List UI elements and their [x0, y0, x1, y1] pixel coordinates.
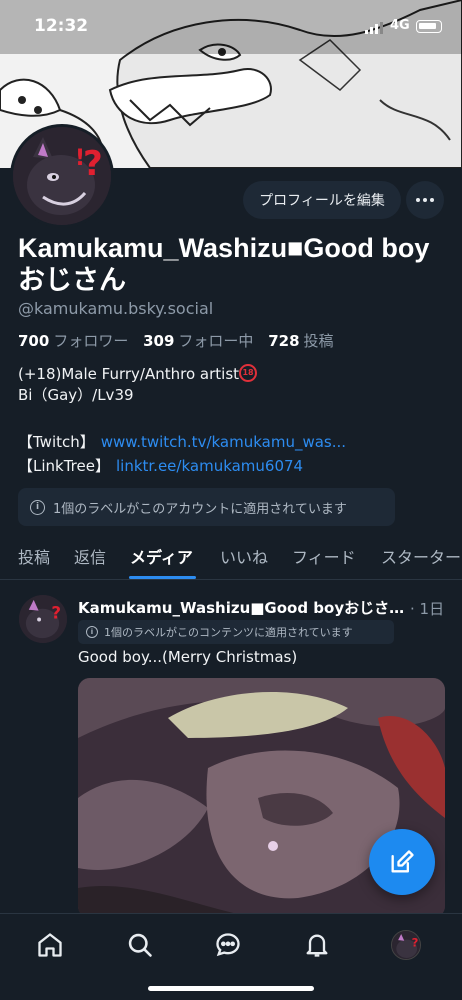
status-time: 12:32 [34, 16, 89, 36]
post-label-notice[interactable]: i 1個のラベルがこのコンテンツに適用されています [78, 620, 394, 644]
bio-line-1: (+18)Male Furry/Anthro artist [18, 365, 240, 383]
svg-text:!: ! [75, 146, 85, 171]
followers-stat[interactable]: 700 フォロワー [18, 332, 128, 350]
battery-icon [416, 20, 442, 33]
r18-icon: 18 [239, 364, 258, 382]
bell-icon[interactable] [302, 930, 332, 960]
tab-replies[interactable]: 返信 [74, 544, 106, 568]
compose-icon [391, 850, 414, 873]
network-type: 4G [390, 18, 410, 33]
info-icon: i [86, 626, 98, 638]
svg-text:?: ? [412, 935, 419, 949]
posts-stat: 728 投稿 [268, 332, 334, 350]
twitch-label: 【Twitch】 [18, 433, 95, 451]
display-name: Kamukamu_Washizu■Good boyおじさん [18, 233, 430, 295]
profile-links: 【Twitch】 www.twitch.tv/kamukamu_was... 【L… [18, 430, 346, 478]
tab-media[interactable]: メディア [130, 544, 193, 568]
twitch-link[interactable]: www.twitch.tv/kamukamu_was... [101, 433, 346, 451]
following-stat[interactable]: 309 フォロー中 [143, 332, 253, 350]
tab-posts[interactable]: 投稿 [18, 544, 50, 568]
info-icon: i [30, 499, 45, 515]
home-icon[interactable] [35, 930, 65, 960]
post-timestamp: · 1日 [410, 600, 445, 618]
tab-starter-packs[interactable]: スターター [381, 544, 461, 568]
profile-avatar-nav[interactable]: ? [391, 930, 421, 960]
active-tab-indicator [129, 576, 196, 579]
linktree-link[interactable]: linktr.ee/kamukamu6074 [116, 457, 303, 475]
post-author-avatar[interactable]: ? [19, 595, 67, 643]
tab-feeds[interactable]: フィード [292, 544, 356, 568]
more-options-button[interactable] [406, 181, 444, 219]
handle: @kamukamu.bsky.social [18, 299, 214, 318]
bio-line-2: Bi（Gay）/Lv39 [18, 386, 134, 404]
edit-profile-button[interactable]: プロフィールを編集 [243, 181, 401, 219]
profile-tabs: 投稿 返信 メディア いいね フィード スターター [0, 534, 462, 580]
svg-text:?: ? [51, 604, 61, 623]
search-icon[interactable] [125, 930, 155, 960]
tab-likes[interactable]: いいね [220, 544, 268, 568]
profile-stats: 700 フォロワー 309 フォロー中 728 投稿 [18, 330, 344, 351]
post-author-name[interactable]: Kamukamu_Washizu■Good boyおじさ… [78, 597, 408, 618]
linktree-label: 【LinkTree】 [18, 457, 110, 475]
profile-bio: (+18)Male Furry/Anthro artist 18 Bi（Gay）/… [18, 364, 258, 406]
svg-text:?: ? [83, 144, 103, 184]
profile-avatar[interactable]: ? ! [10, 124, 114, 228]
status-bar: 12:32 4G [0, 0, 462, 54]
compose-button[interactable] [369, 829, 435, 895]
post-text: Good boy...(Merry Christmas) [78, 648, 298, 666]
home-indicator [148, 986, 314, 991]
account-label-notice[interactable]: i 1個のラベルがこのアカウントに適用されています [18, 488, 395, 526]
chat-icon[interactable] [213, 930, 243, 960]
signal-icon [365, 22, 383, 34]
